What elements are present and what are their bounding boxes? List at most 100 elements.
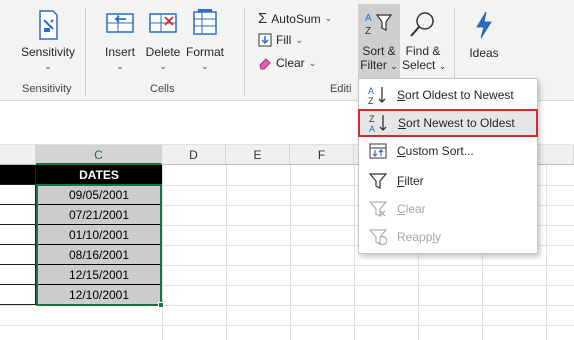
clear-filter-icon: [369, 201, 387, 217]
custom-sort-icon: [369, 143, 387, 159]
chevron-down-icon: ⌄: [308, 57, 317, 68]
sort-filter-button[interactable]: A Z Sort & Filter ⌄: [358, 4, 400, 78]
find-select-label-2-text: Select: [402, 58, 436, 72]
accelerator-key: C: [397, 144, 406, 158]
format-label: Format: [185, 45, 224, 59]
insert-button[interactable]: Insert ⌄: [100, 8, 140, 71]
sort-filter-label-2-text: Filter: [360, 58, 387, 72]
ideas-button[interactable]: Ideas: [462, 10, 506, 60]
header-cell-dates[interactable]: DATES: [36, 165, 162, 185]
sensitivity-button[interactable]: Sensitivity ⌄: [14, 8, 82, 71]
accelerator-key: S: [397, 88, 406, 102]
chevron-down-icon: ⌄: [324, 13, 333, 23]
date-cell[interactable]: 12/10/2001: [36, 285, 162, 305]
chevron-down-icon: ⌄: [438, 61, 447, 71]
svg-text:Z: Z: [369, 114, 375, 124]
cell[interactable]: [0, 265, 36, 285]
cell[interactable]: [0, 165, 36, 185]
chevron-down-icon: ⌄: [390, 61, 398, 71]
label-rest: ort Oldest to Newest: [405, 88, 514, 102]
menu-item-label: Reapply: [397, 230, 441, 244]
reapply-filter-icon: [369, 229, 387, 246]
sort-descending-icon: Z A: [369, 114, 387, 133]
menu-item-clear: Clear: [359, 195, 537, 223]
autosum-label: AutoSum: [271, 11, 321, 26]
date-cell[interactable]: 09/05/2001: [36, 185, 162, 205]
date-cell[interactable]: 08/16/2001: [36, 245, 162, 265]
cell[interactable]: [0, 185, 36, 205]
gridline: [290, 165, 291, 340]
clear-label: Clear: [276, 56, 305, 70]
find-select-label-1: Find &: [405, 44, 441, 58]
svg-text:A: A: [369, 124, 375, 133]
menu-item-label: Sort Oldest to Newest: [397, 88, 514, 102]
fill-handle[interactable]: [158, 302, 164, 308]
gridline: [0, 305, 574, 306]
menu-item-label: Custom Sort...: [397, 144, 474, 158]
menu-item-filter[interactable]: Filter: [359, 167, 537, 195]
date-cell[interactable]: 12/15/2001: [36, 265, 162, 285]
menu-item-label: Filter: [397, 174, 424, 188]
label-rest: ort Newest to Oldest: [406, 116, 515, 130]
svg-text:Z: Z: [368, 96, 374, 105]
insert-label: Insert: [104, 45, 135, 59]
sort-filter-content: A Z Sort & Filter ⌄: [358, 10, 400, 73]
column-header-f[interactable]: F: [290, 145, 354, 165]
column-header-e[interactable]: E: [226, 145, 290, 165]
chevron-down-icon: ⌄: [44, 61, 52, 71]
sort-filter-label-1: Sort &: [362, 44, 396, 58]
label-rest: lear: [405, 202, 426, 216]
sort-filter-menu: A Z Sort Oldest to Newest Z A Sort Newes…: [358, 78, 538, 254]
svg-text:Z: Z: [365, 26, 371, 37]
menu-item-label: Clear: [397, 202, 426, 216]
date-cell[interactable]: 01/10/2001: [36, 225, 162, 245]
menu-item-custom-sort[interactable]: Custom Sort...: [359, 137, 537, 165]
fill-down-icon: [258, 33, 272, 47]
lightning-icon: [476, 11, 492, 39]
label-rest: ustom Sort...: [405, 144, 474, 158]
cell[interactable]: [0, 285, 36, 305]
svg-text:A: A: [365, 13, 372, 24]
sigma-icon: Σ: [258, 10, 268, 27]
format-button[interactable]: Format ⌄: [184, 8, 226, 71]
delete-button[interactable]: Delete ⌄: [143, 8, 183, 71]
column-header-c[interactable]: C: [36, 145, 162, 165]
sort-filter-label-2: Filter ⌄: [358, 58, 400, 73]
accelerator-key: S: [398, 116, 407, 130]
delete-label: Delete: [145, 45, 181, 59]
chevron-down-icon: ⌄: [116, 61, 124, 71]
group-label-cells: Cells: [150, 83, 175, 95]
delete-cells-icon: [149, 13, 177, 33]
find-select-button[interactable]: Find & Select ⌄: [402, 10, 447, 73]
filter-icon: [369, 173, 387, 189]
sensitivity-icon: [39, 10, 58, 40]
column-header-d[interactable]: D: [162, 145, 226, 165]
gridline: [226, 165, 227, 340]
gridline: [546, 165, 547, 340]
eraser-icon: [259, 58, 271, 70]
svg-text:A: A: [368, 86, 374, 96]
sort-ascending-icon: A Z: [368, 86, 386, 105]
cell[interactable]: [0, 205, 36, 225]
group-label-editing: Editi: [330, 83, 352, 95]
column-header-partial[interactable]: [0, 145, 36, 165]
find-select-label-2: Select ⌄: [402, 58, 447, 73]
clear-button[interactable]: Clear ⌄: [258, 56, 316, 70]
date-cell[interactable]: 07/21/2001: [36, 205, 162, 225]
insert-cells-icon: [106, 13, 134, 33]
cell[interactable]: [0, 225, 36, 245]
fill-label: Fill: [276, 33, 292, 47]
fill-button[interactable]: Fill ⌄: [258, 33, 303, 47]
label-pre: Reapp: [397, 230, 433, 244]
chevron-down-icon: ⌄: [201, 61, 209, 71]
autosum-button[interactable]: Σ AutoSum ⌄: [258, 10, 332, 27]
menu-item-sort-newest-to-oldest[interactable]: Z A Sort Newest to Oldest: [358, 109, 538, 137]
gridline: [0, 325, 574, 326]
format-cells-icon: [193, 9, 217, 35]
menu-item-reapply: Reapply: [359, 223, 537, 251]
sort-filter-icon: A Z: [365, 13, 393, 37]
chevron-down-icon: ⌄: [159, 61, 167, 71]
menu-item-sort-oldest-to-newest[interactable]: A Z Sort Oldest to Newest: [359, 81, 537, 109]
menu-item-label: Sort Newest to Oldest: [398, 116, 515, 130]
cell[interactable]: [0, 245, 36, 265]
